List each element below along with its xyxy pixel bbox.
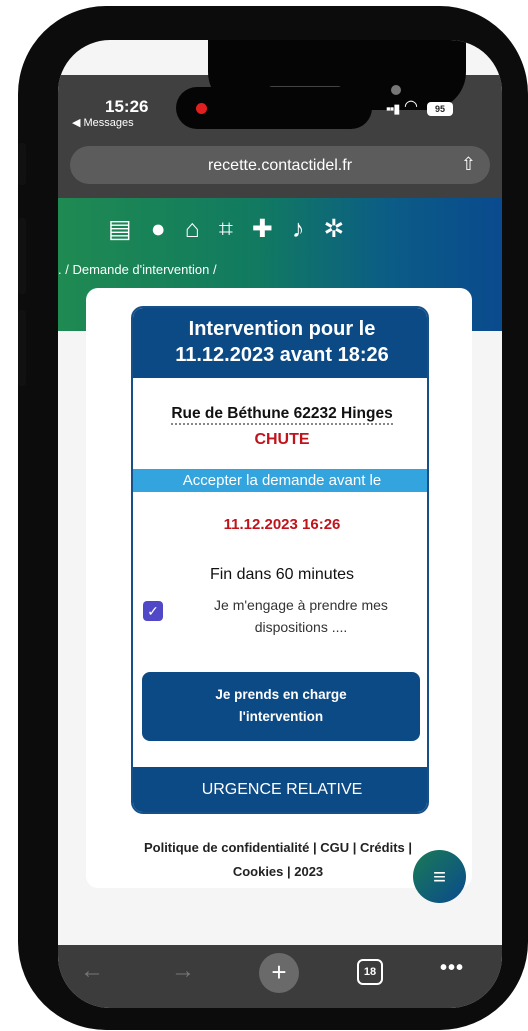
countdown-text: Fin dans 60 minutes — [209, 566, 355, 583]
intervention-type: CHUTE — [254, 431, 310, 448]
settings-icon[interactable]: ✲ — [323, 214, 344, 244]
back-to-messages-link[interactable]: ◀ Messages — [72, 116, 134, 129]
urgency-badge: URGENCE RELATIVE — [133, 767, 427, 812]
address-text[interactable]: Rue de Béthune 62232 Hinges — [171, 405, 393, 425]
volume-down-button — [18, 310, 26, 386]
user-icon[interactable]: ● — [151, 214, 166, 244]
browser-toolbar: ← → + 18 ••• — [58, 945, 502, 1008]
footer-line-2[interactable]: Cookies | 2023 — [116, 860, 440, 884]
home-icon[interactable]: ⌂ — [185, 214, 200, 244]
take-charge-button[interactable]: Je prends en charge l'intervention — [142, 672, 420, 741]
accept-banner: Accepter la demande avant le — [133, 469, 427, 492]
status-time: 15:26 — [105, 97, 149, 116]
new-tab-button[interactable]: + — [259, 953, 299, 993]
back-arrow-icon[interactable]: ← — [80, 957, 104, 985]
deadline-datetime: 11.12.2023 16:26 — [223, 516, 341, 533]
wifi-icon: ◠ — [404, 98, 418, 115]
nav-icons: ▤ ● ⌂ ⌗ ✚ ♪ ✲ — [108, 214, 344, 244]
phone-screen: 15:26 ◀ Messages ▪▪▮ ◠ 95 recette.contac… — [58, 40, 502, 1008]
url-text[interactable]: recette.contactidel.fr — [70, 157, 490, 175]
map-icon[interactable]: ⌗ — [219, 214, 233, 244]
recording-indicator-icon — [196, 103, 207, 114]
camera — [391, 85, 401, 95]
take-charge-line-2: l'intervention — [238, 709, 324, 724]
bell-icon[interactable]: ♪ — [292, 214, 305, 244]
footer-links[interactable]: Politique de confidentialité | CGU | Cré… — [116, 836, 440, 884]
take-charge-line-1: Je prends en charge — [215, 687, 347, 702]
volume-up-button — [18, 218, 26, 294]
engagement-checkbox[interactable]: ✓ — [143, 601, 163, 621]
tabs-button[interactable]: 18 — [357, 959, 383, 985]
footer-line-1[interactable]: Politique de confidentialité | CGU | Cré… — [116, 836, 440, 860]
breadcrumb[interactable]: . / Demande d'intervention / — [58, 262, 217, 277]
share-icon[interactable]: ⇧ — [461, 154, 476, 175]
menu-fab-button[interactable]: ≡ — [413, 850, 466, 903]
battery-indicator: 95 — [427, 102, 453, 116]
intervention-card: Intervention pour le 11.12.2023 avant 18… — [131, 306, 429, 814]
forward-arrow-icon[interactable]: → — [171, 957, 195, 985]
more-icon[interactable]: ••• — [440, 957, 464, 980]
title-line-1: Intervention pour le — [188, 318, 376, 340]
address[interactable]: Rue de Béthune 62232 Hinges — [133, 405, 427, 425]
ambulance-icon[interactable]: ✚ — [252, 214, 273, 244]
signal-icon: ▪▪▮ — [386, 101, 400, 116]
mute-switch — [18, 143, 26, 185]
title-line-2: 11.12.2023 avant 18:26 — [175, 344, 389, 366]
menu-icon: ≡ — [433, 864, 446, 889]
document-icon[interactable]: ▤ — [108, 214, 132, 244]
address-bar[interactable]: recette.contactidel.fr ⇧ — [70, 146, 490, 184]
intervention-title: Intervention pour le 11.12.2023 avant 18… — [133, 308, 427, 378]
engagement-label: Je m'engage à prendre mes dispositions .… — [214, 597, 388, 635]
